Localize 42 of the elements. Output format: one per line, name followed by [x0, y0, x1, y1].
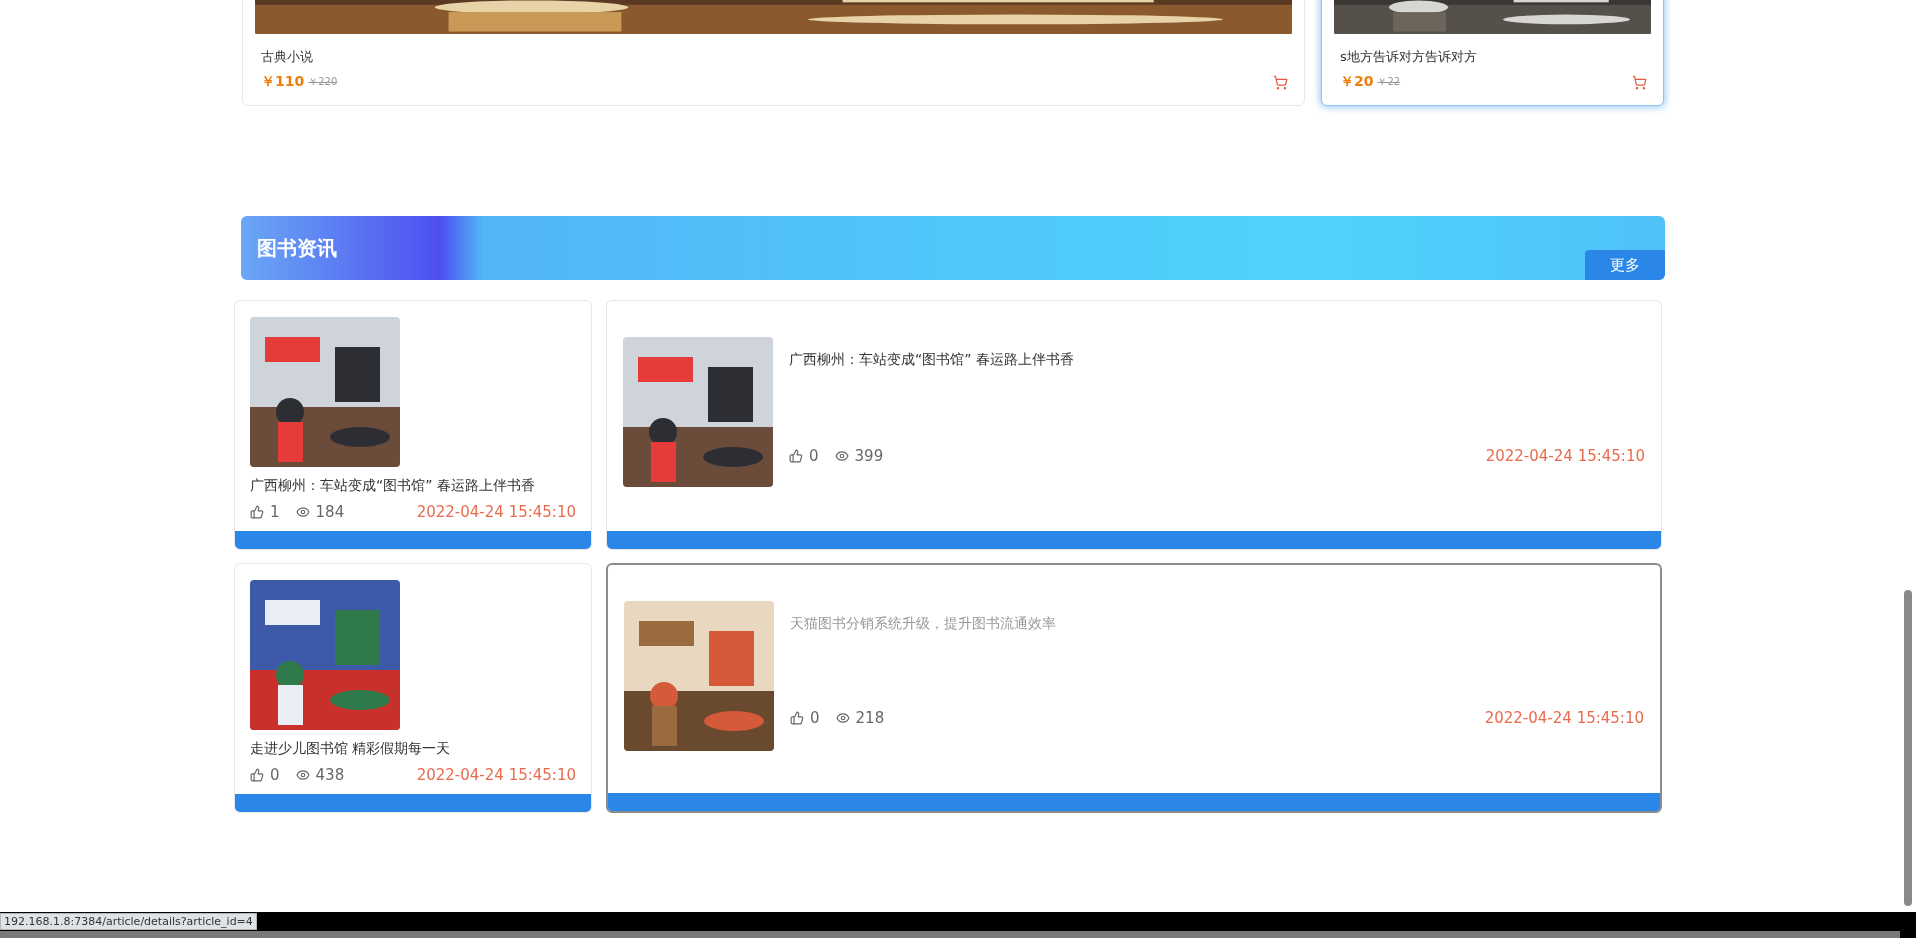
scrollbar[interactable]: [0, 931, 1900, 938]
view-count: 399: [854, 447, 884, 465]
price: ￥110: [261, 73, 305, 91]
news-card[interactable]: 广西柳州：车站变成“图书馆” 春运路上伴书香 0 399 2022-04-24 15:45:10: [606, 300, 1662, 550]
product-card[interactable]: 古典小说 ￥110 ￥220: [242, 0, 1305, 106]
news-date: 2022-04-24 15:45:10: [416, 766, 576, 784]
news-card[interactable]: 天猫图书分销系统升级，提升图书流通效率 0 218 2022-04-24 15:45:10: [606, 563, 1662, 813]
like-icon[interactable]: [790, 711, 804, 725]
like-count: 0: [809, 447, 819, 465]
view-count: 218: [855, 709, 885, 727]
product-title: s地方告诉对方告诉对方: [1340, 48, 1478, 66]
old-price: ￥22: [1377, 75, 1401, 89]
news-date: 2022-04-24 15:45:10: [416, 503, 576, 521]
like-icon[interactable]: [789, 449, 803, 463]
news-card[interactable]: 广西柳州：车站变成“图书馆” 春运路上伴书香 1 184 2022-04-24 15:45:10: [234, 300, 592, 550]
status-url: 192.168.1.8:7384/article/details?article_id=4: [0, 913, 257, 930]
view-icon: [295, 505, 310, 519]
more-button[interactable]: 更多: [1585, 250, 1665, 280]
product-title: 古典小说: [261, 48, 314, 66]
cart-icon[interactable]: [1632, 74, 1647, 90]
view-icon: [295, 768, 310, 782]
old-price: ￥220: [308, 75, 338, 89]
like-count: 0: [810, 709, 820, 727]
news-date: 2022-04-24 15:45:10: [1485, 447, 1645, 465]
news-title[interactable]: 广西柳州：车站变成“图书馆” 春运路上伴书香: [789, 351, 1645, 369]
section-title: 图书资讯: [257, 234, 337, 262]
like-icon[interactable]: [250, 768, 264, 782]
scrollbar[interactable]: [1904, 590, 1912, 906]
view-count: 438: [315, 766, 345, 784]
cart-icon[interactable]: [1273, 74, 1288, 90]
like-icon[interactable]: [250, 505, 264, 519]
price: ￥20: [1340, 73, 1374, 91]
news-date: 2022-04-24 15:45:10: [1484, 709, 1644, 727]
news-card[interactable]: 走进少儿图书馆 精彩假期每一天 0 438 2022-04-24 15:45:10: [234, 563, 592, 813]
like-count: 0: [270, 766, 280, 784]
news-title[interactable]: 广西柳州：车站变成“图书馆” 春运路上伴书香: [250, 477, 576, 495]
like-count: 1: [270, 503, 280, 521]
view-count: 184: [315, 503, 345, 521]
view-icon: [835, 711, 850, 725]
news-title[interactable]: 走进少儿图书馆 精彩假期每一天: [250, 740, 576, 758]
view-icon: [834, 449, 849, 463]
product-card[interactable]: s地方告诉对方告诉对方 ￥20 ￥22: [1321, 0, 1664, 106]
